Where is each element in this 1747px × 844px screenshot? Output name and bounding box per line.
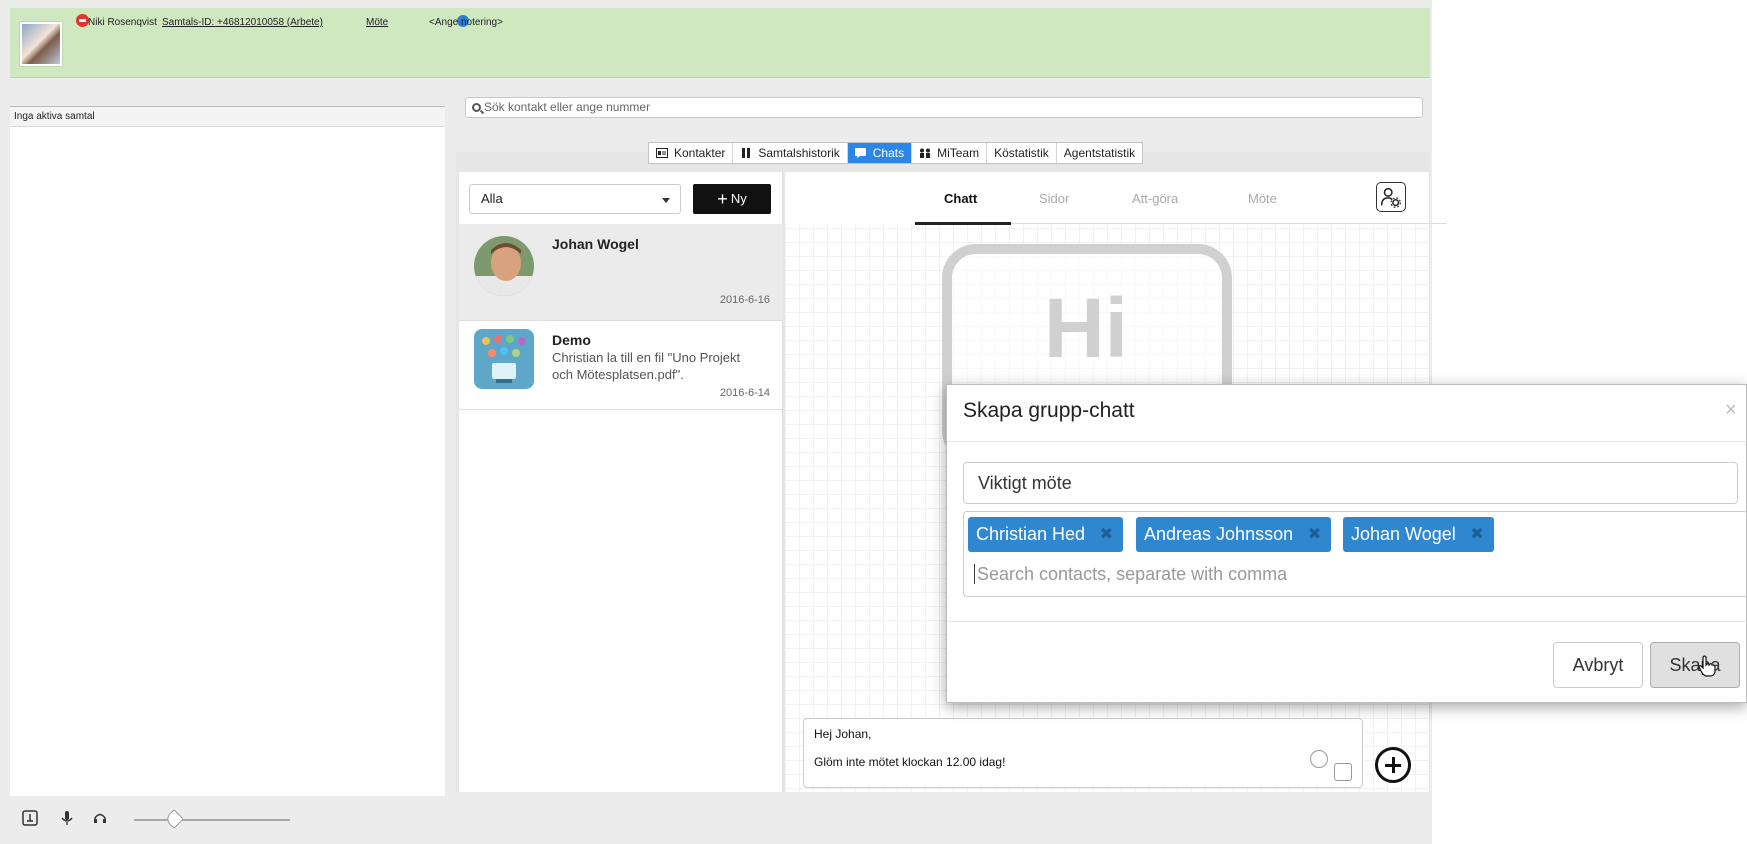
member-chip[interactable]: Johan Wogel ✖ [1343, 517, 1494, 552]
cancel-button[interactable]: Avbryt [1553, 642, 1643, 688]
new-chat-label: Ny [730, 191, 747, 206]
conversation-date: 2016-6-16 [719, 294, 770, 306]
subtab-chatt[interactable]: Chatt [944, 191, 977, 206]
note-field[interactable]: <Ange notering> [429, 17, 503, 28]
contacts-icon [656, 148, 668, 158]
emoji-icon[interactable] [1310, 750, 1328, 768]
chat-list: Alla + Ny Johan Wogel 2016-6-16 Demo Chri… [459, 172, 783, 792]
tab-samtalshistorik[interactable]: Samtalshistorik [733, 143, 848, 163]
avatar[interactable] [20, 22, 62, 66]
add-attachment-button[interactable] [1375, 747, 1411, 783]
tab-label: Chats [872, 146, 905, 160]
hand-cursor-icon [1698, 655, 1716, 677]
status-bar: Niki Rosenqvist Samtals-ID: +46812010058… [10, 8, 1430, 78]
tab-kontakter[interactable]: Kontakter [649, 143, 734, 163]
tab-label: Agentstatistik [1063, 146, 1136, 160]
filter-select[interactable]: Alla [469, 184, 681, 214]
tab-label: Kontakter [674, 146, 726, 160]
list-item[interactable]: Johan Wogel 2016-6-16 [459, 224, 783, 321]
subtab-att-gora[interactable]: Att-göra [1132, 191, 1178, 206]
message-input[interactable]: Hej Johan, Glöm inte mötet klockan 12.00… [803, 718, 1363, 788]
active-subtab-indicator [915, 222, 1011, 225]
create-button[interactable]: Skapa [1650, 642, 1740, 688]
remove-icon[interactable]: ✖ [1100, 517, 1113, 552]
bottom-toolbar [10, 796, 1430, 840]
remove-icon[interactable]: ✖ [1308, 517, 1321, 552]
tab-agentstatistik[interactable]: Agentstatistik [1057, 143, 1142, 163]
checklist-icon[interactable] [1334, 763, 1352, 781]
close-icon[interactable]: × [1725, 399, 1737, 422]
microphone-icon[interactable] [59, 810, 75, 826]
conversation-preview: Christian la till en fil "Uno Projekt oc… [552, 350, 741, 382]
dialog-title: Skapa grupp-chatt [963, 399, 1135, 422]
call-id-link[interactable]: Samtals-ID: +46812010058 (Arbete) [162, 17, 323, 28]
active-calls-pane: Inga aktiva samtal [10, 106, 445, 796]
members-field[interactable]: Christian Hed ✖ Andreas Johnsson ✖ Johan W… [963, 511, 1747, 597]
chat-subtabs: Chatt Sidor Att-göra Möte [785, 172, 1447, 225]
group-name-field[interactable]: Viktigt möte [963, 462, 1738, 504]
status-link[interactable]: Möte [366, 17, 388, 28]
search-input[interactable]: Sök kontakt eller ange nummer [465, 97, 1423, 118]
phone-icon[interactable] [22, 810, 38, 826]
subtab-sidor[interactable]: Sidor [1039, 191, 1069, 206]
chat-settings-icon[interactable] [1376, 182, 1406, 212]
search-placeholder: Sök kontakt eller ange nummer [484, 100, 651, 114]
user-name: Niki Rosenqvist [88, 17, 157, 28]
member-chip[interactable]: Andreas Johnsson ✖ [1136, 517, 1332, 552]
search-icon [472, 103, 481, 112]
message-line: Glöm inte mötet klockan 12.00 idag! [814, 755, 1006, 769]
tab-miteam[interactable]: MiTeam [912, 143, 988, 163]
plus-icon: + [717, 189, 728, 209]
contact-avatar [474, 236, 534, 296]
filter-value: Alla [481, 191, 503, 206]
hi-logo-text: Hi [1044, 281, 1128, 375]
team-icon [920, 148, 931, 158]
volume-slider-thumb[interactable] [164, 809, 184, 829]
tab-chats[interactable]: Chats [847, 143, 913, 163]
new-chat-button[interactable]: + Ny [693, 184, 771, 214]
tab-label: MiTeam [937, 146, 980, 160]
members-search-placeholder[interactable]: Search contacts, separate with comma [974, 564, 1287, 585]
message-line: Hej Johan, [814, 727, 872, 741]
member-chip[interactable]: Christian Hed ✖ [968, 517, 1124, 552]
tab-label: Köstatistik [994, 146, 1049, 160]
member-chip-label: Johan Wogel [1351, 524, 1456, 544]
conversation-date: 2016-6-14 [719, 387, 770, 399]
chat-icon [854, 148, 866, 158]
chevron-down-icon [662, 198, 670, 203]
remove-icon[interactable]: ✖ [1470, 517, 1483, 552]
main-tabs: Kontakter Samtalshistorik Chats MiTeam K… [648, 142, 1144, 164]
tab-kostatistik[interactable]: Köstatistik [987, 143, 1057, 163]
create-group-chat-dialog: Skapa grupp-chatt × Viktigt möte Christi… [946, 384, 1747, 703]
subtab-mote[interactable]: Möte [1248, 191, 1277, 206]
conversation-name: Demo [552, 332, 591, 348]
divider [947, 441, 1747, 442]
history-icon [742, 148, 751, 158]
conversation-name: Johan Wogel [552, 236, 639, 252]
active-calls-header: Inga aktiva samtal [10, 107, 445, 127]
list-item[interactable]: Demo Christian la till en fil "Uno Proje… [459, 321, 783, 410]
divider [947, 621, 1747, 622]
headset-icon[interactable] [92, 810, 108, 826]
member-chip-label: Christian Hed [976, 524, 1086, 544]
compose-icons [1310, 750, 1352, 781]
member-chip-label: Andreas Johnsson [1144, 524, 1294, 544]
group-avatar [474, 329, 534, 389]
tab-label: Samtalshistorik [758, 146, 840, 160]
volume-slider[interactable] [134, 819, 290, 821]
